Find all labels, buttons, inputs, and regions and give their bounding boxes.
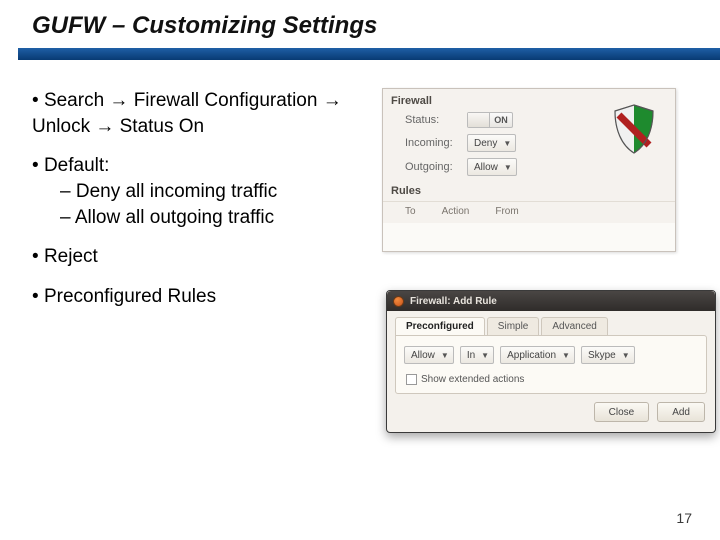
bullet-list: Search → Firewall Configuration → Unlock… bbox=[32, 88, 372, 323]
bullet-text: Default: bbox=[44, 155, 109, 176]
dialog-title: Firewall: Add Rule bbox=[410, 296, 497, 307]
policy-dropdown[interactable]: Allow ▼ bbox=[404, 346, 454, 364]
chevron-down-icon: ▼ bbox=[562, 351, 570, 360]
kind-dropdown[interactable]: Application ▼ bbox=[500, 346, 575, 364]
status-label: Status: bbox=[405, 114, 459, 126]
toggle-knob bbox=[468, 113, 490, 127]
direction-value: In bbox=[467, 350, 475, 361]
bullet-sub-item: Allow all outgoing traffic bbox=[60, 205, 372, 231]
chevron-down-icon: ▼ bbox=[441, 351, 449, 360]
incoming-dropdown[interactable]: Deny ▼ bbox=[467, 134, 516, 152]
rules-col-action: Action bbox=[442, 206, 470, 217]
policy-value: Allow bbox=[411, 350, 435, 361]
outgoing-label: Outgoing: bbox=[405, 161, 459, 173]
kind-value: Application bbox=[507, 350, 556, 361]
page-number: 17 bbox=[676, 510, 692, 526]
rules-section-label: Rules bbox=[383, 179, 675, 199]
shield-icon bbox=[611, 103, 657, 155]
application-dropdown[interactable]: Skype ▼ bbox=[581, 346, 635, 364]
tab-advanced[interactable]: Advanced bbox=[541, 317, 607, 335]
status-toggle[interactable]: ON bbox=[467, 112, 513, 128]
bullet-item: Default: Deny all incoming traffic Allow… bbox=[32, 153, 372, 230]
rules-table-body bbox=[383, 223, 675, 251]
slide-title: GUFW – Customizing Settings bbox=[32, 12, 720, 40]
dialog-titlebar[interactable]: Firewall: Add Rule bbox=[387, 291, 715, 311]
status-value: ON bbox=[490, 115, 512, 125]
add-rule-dialog: Firewall: Add Rule Preconfigured Simple … bbox=[386, 290, 716, 433]
bullet-sub-item: Deny all incoming traffic bbox=[60, 179, 372, 205]
add-button[interactable]: Add bbox=[657, 402, 705, 422]
show-extended-label: Show extended actions bbox=[421, 374, 524, 385]
title-divider bbox=[18, 48, 720, 60]
chevron-down-icon: ▼ bbox=[504, 163, 512, 172]
chevron-down-icon: ▼ bbox=[481, 351, 489, 360]
close-icon[interactable] bbox=[393, 296, 404, 307]
rules-col-to: To bbox=[405, 206, 416, 217]
bullet-item: Reject bbox=[32, 244, 372, 270]
tab-simple[interactable]: Simple bbox=[487, 317, 540, 335]
bullet-item: Search → Firewall Configuration → Unlock… bbox=[32, 88, 372, 139]
outgoing-dropdown[interactable]: Allow ▼ bbox=[467, 158, 517, 176]
application-value: Skype bbox=[588, 350, 616, 361]
rules-col-from: From bbox=[495, 206, 518, 217]
incoming-value: Deny bbox=[474, 138, 497, 149]
incoming-label: Incoming: bbox=[405, 137, 459, 149]
direction-dropdown[interactable]: In ▼ bbox=[460, 346, 494, 364]
close-button[interactable]: Close bbox=[594, 402, 650, 422]
firewall-panel: Firewall Status: ON Incoming: Deny ▼ Out… bbox=[382, 88, 676, 252]
tab-preconfigured[interactable]: Preconfigured bbox=[395, 317, 485, 335]
bullet-item: Preconfigured Rules bbox=[32, 284, 372, 310]
chevron-down-icon: ▼ bbox=[622, 351, 630, 360]
chevron-down-icon: ▼ bbox=[503, 139, 511, 148]
show-extended-checkbox[interactable] bbox=[406, 374, 417, 385]
outgoing-value: Allow bbox=[474, 162, 498, 173]
